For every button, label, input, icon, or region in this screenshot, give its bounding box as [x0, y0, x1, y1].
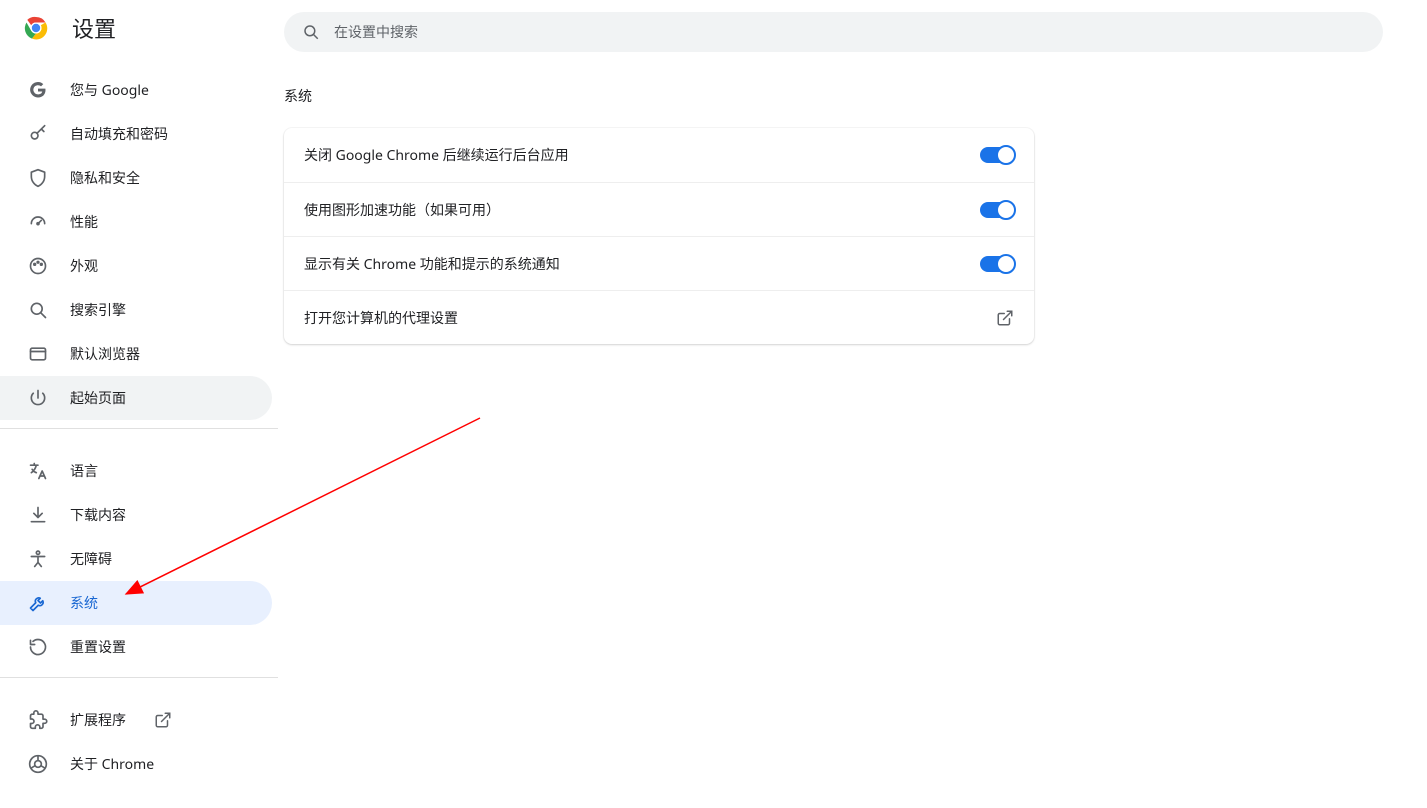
settings-row: 关闭 Google Chrome 后继续运行后台应用: [284, 128, 1034, 182]
wrench-icon: [28, 593, 48, 613]
sidebar-item-label: 扩展程序: [70, 710, 126, 730]
sidebar-item-label: 系统: [70, 593, 98, 613]
sidebar-item-download[interactable]: 下载内容: [0, 493, 272, 537]
reset-icon: [28, 637, 48, 657]
sidebar-item-chrome[interactable]: 关于 Chrome: [0, 742, 272, 786]
settings-row: 使用图形加速功能（如果可用）: [284, 182, 1034, 236]
settings-row[interactable]: 打开您计算机的代理设置: [284, 290, 1034, 344]
sidebar-header: 设置: [0, 0, 278, 56]
sidebar-item-label: 隐私和安全: [70, 168, 140, 188]
sidebar-item-shield[interactable]: 隐私和安全: [0, 156, 272, 200]
sidebar-item-label: 外观: [70, 256, 98, 276]
toggle-switch[interactable]: [980, 256, 1014, 272]
accessibility-icon: [28, 549, 48, 569]
section-title: 系统: [284, 86, 1427, 106]
sidebar-item-label: 默认浏览器: [70, 344, 140, 364]
settings-row: 显示有关 Chrome 功能和提示的系统通知: [284, 236, 1034, 290]
extension-icon: [28, 710, 48, 730]
main-area: 系统 关闭 Google Chrome 后继续运行后台应用使用图形加速功能（如果…: [278, 0, 1427, 808]
sidebar-item-search[interactable]: 搜索引擎: [0, 288, 272, 332]
sidebar-item-label: 关于 Chrome: [70, 754, 154, 774]
row-label: 关闭 Google Chrome 后继续运行后台应用: [304, 145, 980, 165]
sidebar-item-accessibility[interactable]: 无障碍: [0, 537, 272, 581]
key-icon: [28, 124, 48, 144]
speed-icon: [28, 212, 48, 232]
sidebar-item-label: 重置设置: [70, 637, 126, 657]
content: 系统 关闭 Google Chrome 后继续运行后台应用使用图形加速功能（如果…: [278, 64, 1427, 808]
sidebar-item-translate[interactable]: 语言: [0, 449, 272, 493]
sidebar-item-label: 自动填充和密码: [70, 124, 168, 144]
sidebar-item-power[interactable]: 起始页面: [0, 376, 272, 420]
power-icon: [28, 388, 48, 408]
row-label: 显示有关 Chrome 功能和提示的系统通知: [304, 254, 980, 274]
external-link-icon: [996, 309, 1014, 327]
browser-icon: [28, 344, 48, 364]
download-icon: [28, 505, 48, 525]
external-link-icon: [154, 711, 172, 729]
toggle-switch[interactable]: [980, 147, 1014, 163]
sidebar-item-label: 语言: [70, 461, 98, 481]
settings-card: 关闭 Google Chrome 后继续运行后台应用使用图形加速功能（如果可用）…: [284, 128, 1034, 344]
sidebar-item-label: 搜索引擎: [70, 300, 126, 320]
sidebar-item-palette[interactable]: 外观: [0, 244, 272, 288]
search-icon: [28, 300, 48, 320]
chrome-logo-icon: [24, 16, 48, 40]
sidebar-item-extension[interactable]: 扩展程序: [0, 698, 272, 742]
sidebar-item-label: 下载内容: [70, 505, 126, 525]
sidebar-item-label: 性能: [70, 212, 98, 232]
row-label: 打开您计算机的代理设置: [304, 308, 996, 328]
sidebar-item-speed[interactable]: 性能: [0, 200, 272, 244]
palette-icon: [28, 256, 48, 276]
toggle-switch[interactable]: [980, 202, 1014, 218]
sidebar-item-google[interactable]: 您与 Google: [0, 68, 272, 112]
sidebar-item-reset[interactable]: 重置设置: [0, 625, 272, 669]
search-bar[interactable]: [284, 12, 1383, 52]
sidebar-item-wrench[interactable]: 系统: [0, 581, 272, 625]
sidebar-item-key[interactable]: 自动填充和密码: [0, 112, 272, 156]
sidebar-item-browser[interactable]: 默认浏览器: [0, 332, 272, 376]
sidebar-item-label: 起始页面: [70, 388, 126, 408]
search-icon: [302, 23, 320, 41]
app-title: 设置: [72, 12, 116, 44]
google-icon: [28, 80, 48, 100]
translate-icon: [28, 461, 48, 481]
sidebar-item-label: 无障碍: [70, 549, 112, 569]
sidebar-item-label: 您与 Google: [70, 80, 149, 100]
chrome-icon: [28, 754, 48, 774]
search-input[interactable]: [334, 24, 1365, 40]
row-label: 使用图形加速功能（如果可用）: [304, 200, 980, 220]
nav: 您与 Google 自动填充和密码隐私和安全性能外观搜索引擎默认浏览器起始页面语言…: [0, 56, 278, 786]
shield-icon: [28, 168, 48, 188]
sidebar: 设置 您与 Google 自动填充和密码隐私和安全性能外观搜索引擎默认浏览器起始页…: [0, 0, 278, 808]
